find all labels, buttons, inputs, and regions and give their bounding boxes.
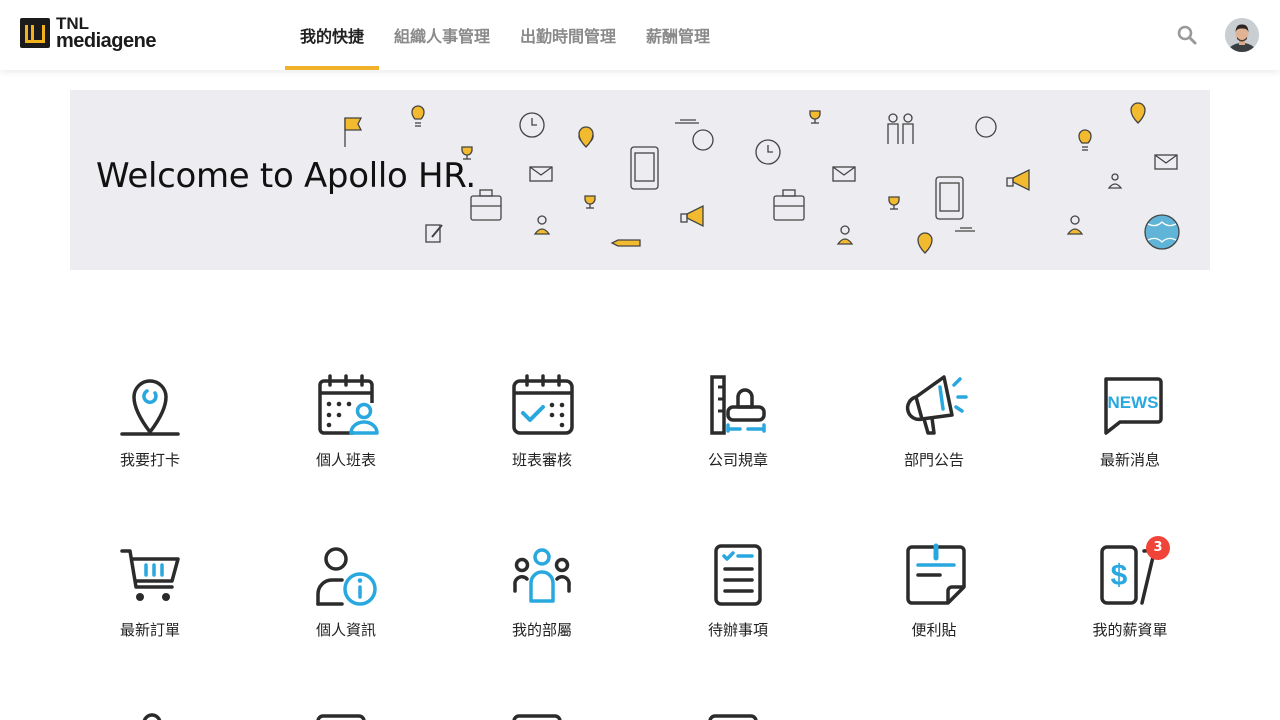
shortcut-dept-announcements[interactable]: 部門公告: [864, 373, 1004, 483]
shopping-cart-icon: [120, 543, 184, 607]
shortcut-row3-item[interactable]: [80, 713, 220, 720]
shortcut-company-rules[interactable]: 公司規章: [668, 373, 808, 483]
calendar-person-icon: [316, 373, 380, 437]
shortcut-label: 便利貼: [911, 621, 957, 639]
person-info-icon: [316, 543, 380, 607]
shortcut-row3-item[interactable]: [472, 713, 612, 720]
tab-attendance[interactable]: 出勤時間管理: [505, 0, 631, 70]
shortcut-label: 班表審核: [511, 451, 572, 469]
tab-payroll[interactable]: 薪酬管理: [631, 0, 725, 70]
shortcut-label: 個人班表: [315, 451, 376, 469]
shortcut-my-payslip[interactable]: $ 3 我的薪資單: [1060, 536, 1200, 653]
megaphone-icon: [904, 373, 968, 437]
checklist-icon: [708, 543, 772, 607]
brand-logo-mark: [20, 18, 50, 48]
shortcut-label: 個人資訊: [315, 621, 376, 639]
svg-text:$: $: [1111, 559, 1128, 592]
svg-text:NEWS: NEWS: [1108, 393, 1159, 412]
brand-name-line2: mediagene: [56, 30, 156, 52]
team-icon: [512, 543, 576, 607]
shortcut-sticky-notes[interactable]: 便利貼: [864, 543, 1004, 653]
shortcut-label: 我要打卡: [119, 451, 180, 469]
tab-org-personnel[interactable]: 組織人事管理: [379, 0, 505, 70]
location-pin-icon: [120, 373, 184, 437]
search-icon[interactable]: [1176, 24, 1198, 46]
shortcut-personal-info[interactable]: 個人資訊: [276, 543, 416, 653]
calendar-check-icon: [512, 373, 576, 437]
shortcut-schedule-review[interactable]: 班表審核: [472, 373, 612, 483]
shortcut-clock-in[interactable]: 我要打卡: [80, 373, 220, 483]
tab-my-shortcuts[interactable]: 我的快捷: [285, 0, 380, 70]
main-tabs: 我的快捷 組織人事管理 出勤時間管理 薪酬管理: [285, 0, 725, 70]
shortcut-row3-item[interactable]: [276, 713, 416, 720]
shortcut-label: 待辦事項: [707, 621, 768, 639]
payslip-badge: 3: [1146, 536, 1170, 560]
shortcut-latest-news[interactable]: NEWS 最新消息: [1060, 373, 1200, 483]
shortcut-label: 我的部屬: [511, 621, 572, 639]
news-bubble-icon: NEWS: [1100, 373, 1164, 437]
brand-logo[interactable]: TNL mediagene: [20, 14, 165, 54]
top-navigation-bar: TNL mediagene 我的快捷 組織人事管理 出勤時間管理 薪酬管理: [0, 0, 1280, 70]
banner-title: Welcome to Apollo HR.: [96, 156, 476, 196]
shortcut-label: 我的薪資單: [1092, 621, 1168, 639]
shortcut-my-subordinates[interactable]: 我的部屬: [472, 543, 612, 653]
shortcut-todo[interactable]: 待辦事項: [668, 543, 808, 653]
user-avatar[interactable]: [1225, 18, 1259, 52]
shortcut-label: 部門公告: [903, 451, 964, 469]
shortcut-label: 公司規章: [707, 451, 768, 469]
sticky-note-icon: [904, 543, 968, 607]
shortcut-latest-orders[interactable]: 最新訂單: [80, 543, 220, 653]
shortcut-row3-item[interactable]: [668, 713, 808, 720]
welcome-banner: Welcome to Apollo HR.: [70, 90, 1210, 270]
stamp-ruler-icon: [708, 373, 772, 437]
shortcut-label: 最新消息: [1099, 451, 1160, 469]
shortcut-label: 最新訂單: [119, 621, 180, 639]
shortcut-personal-schedule[interactable]: 個人班表: [276, 373, 416, 483]
